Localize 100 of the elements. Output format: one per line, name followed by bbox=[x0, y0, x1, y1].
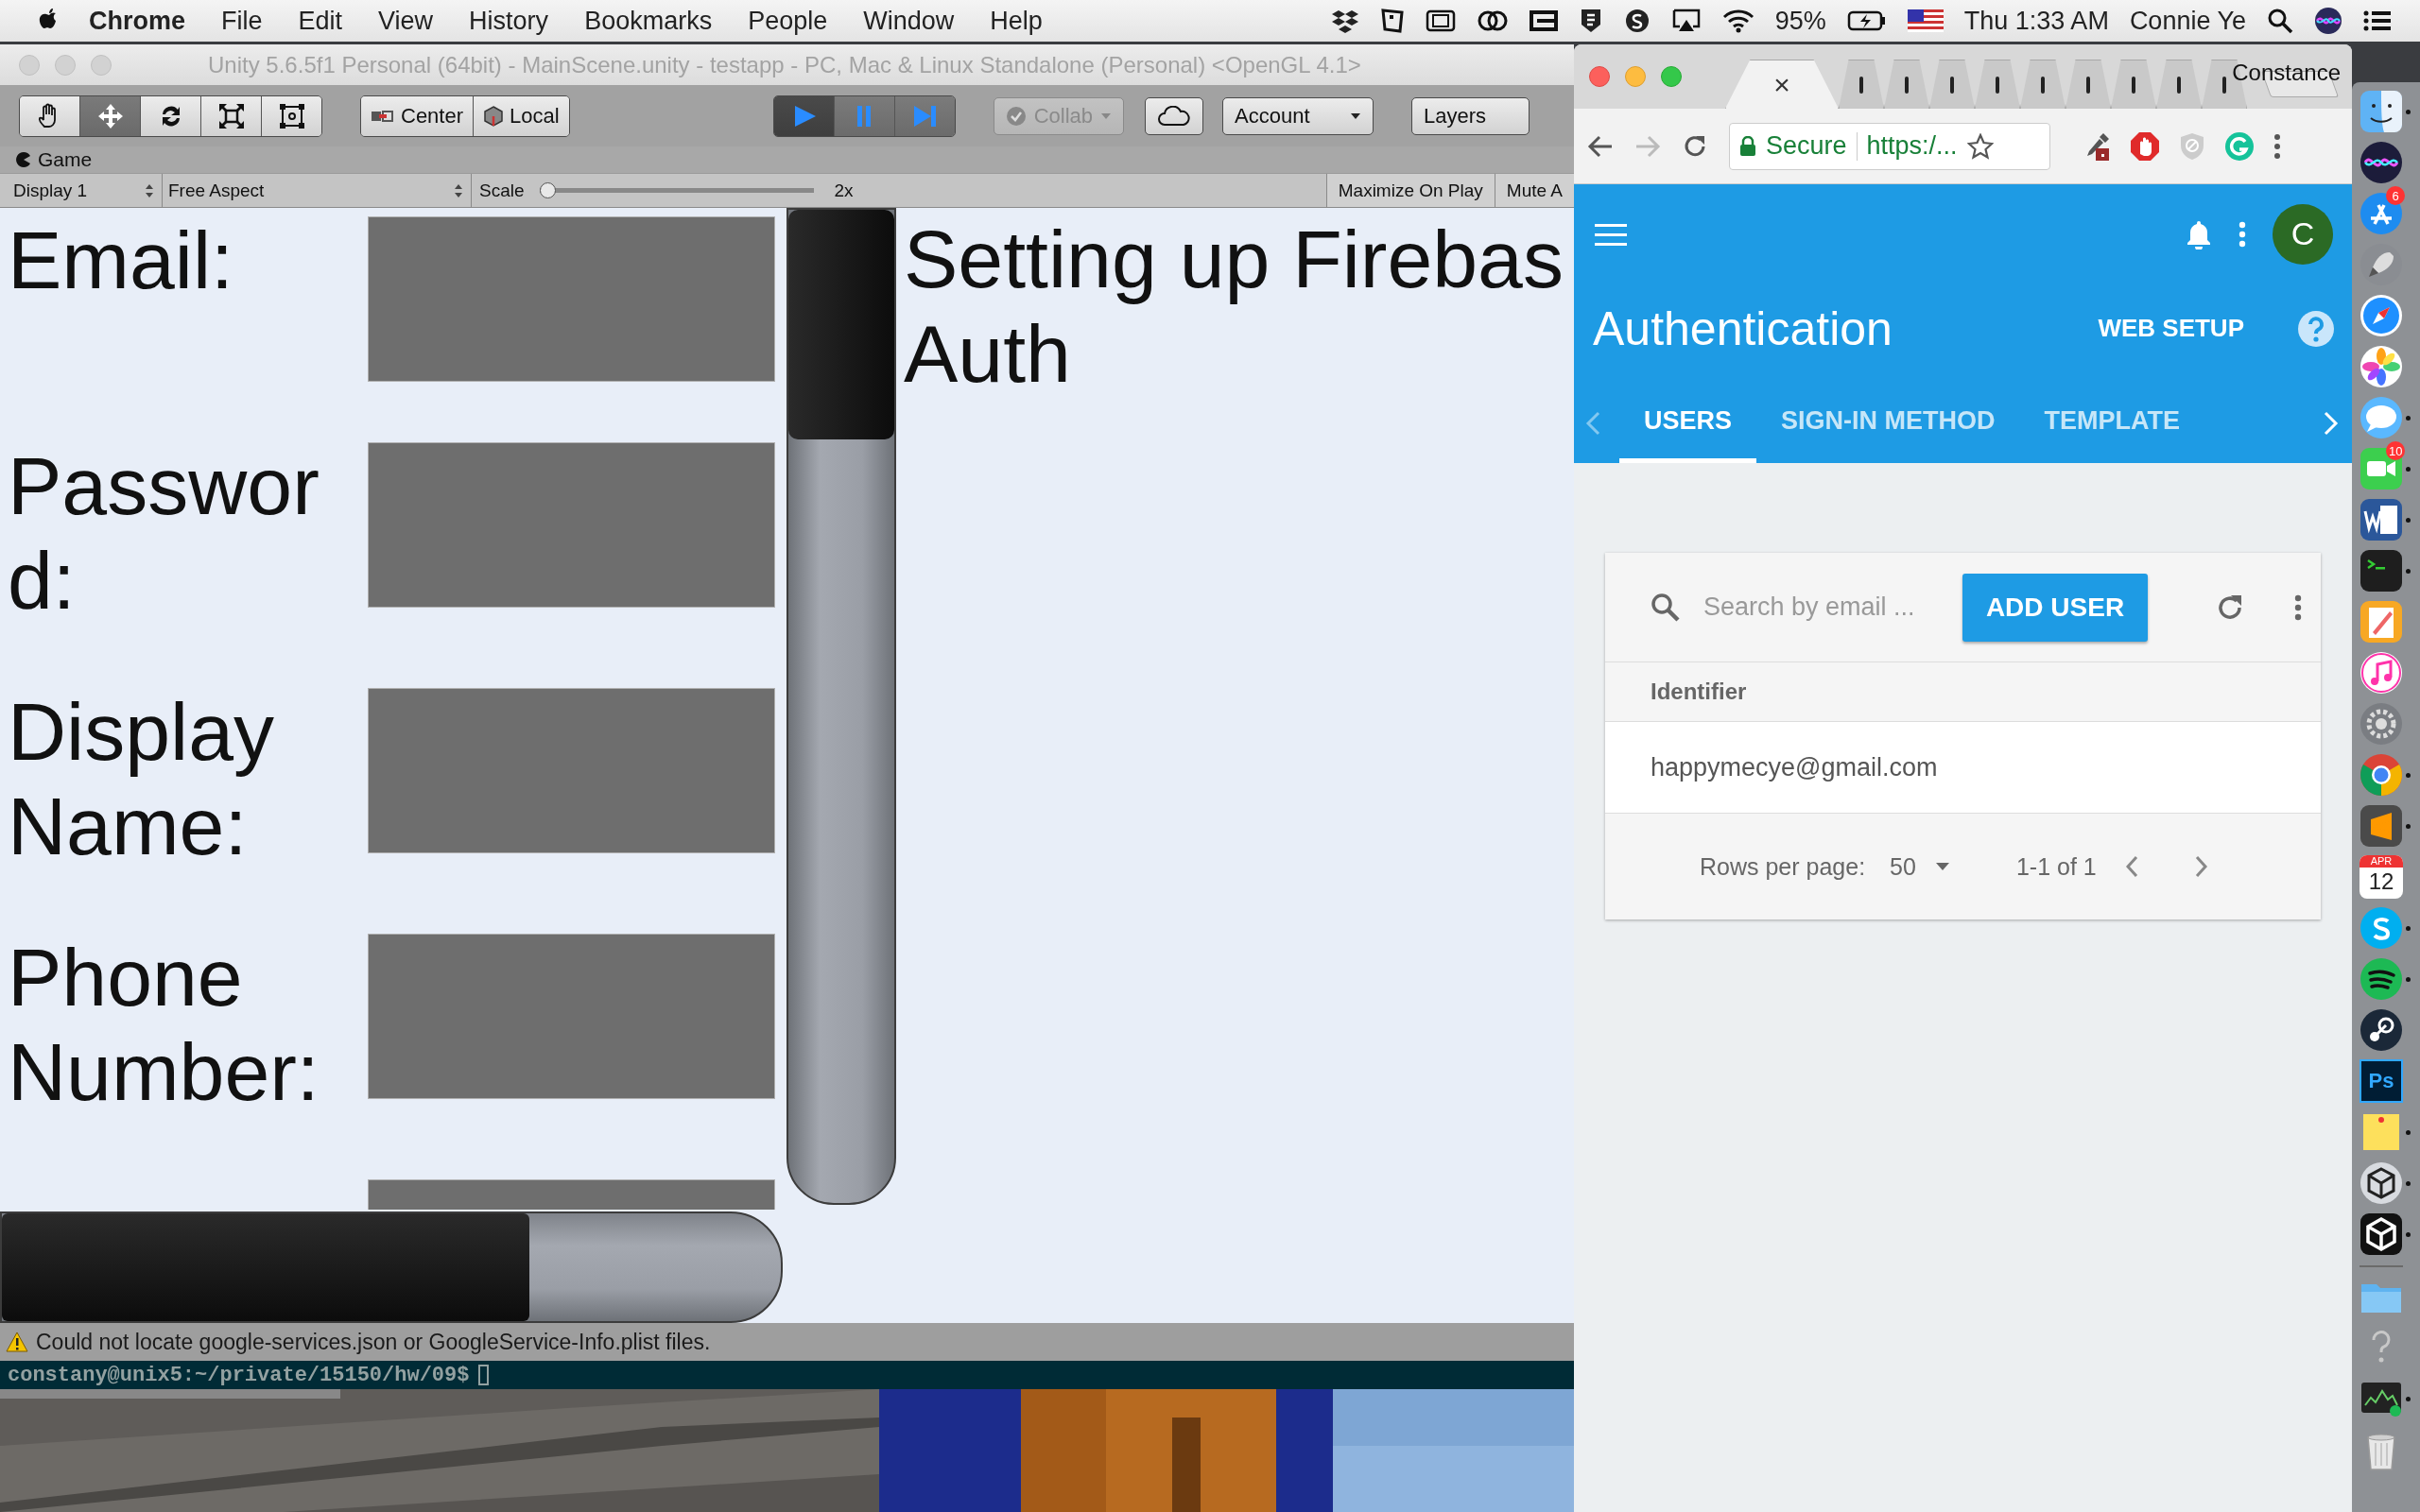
url-text: https:/... bbox=[1866, 131, 1958, 161]
wheel-icon[interactable] bbox=[2360, 753, 2403, 797]
scrollbar[interactable] bbox=[786, 208, 896, 1205]
cloud-button[interactable] bbox=[1145, 96, 1203, 135]
playback-button[interactable] bbox=[834, 95, 895, 136]
playback-button[interactable] bbox=[894, 95, 955, 136]
tool-button[interactable] bbox=[201, 95, 262, 136]
scrollbar-thumb[interactable] bbox=[788, 210, 894, 439]
menu-item[interactable]: History bbox=[469, 6, 549, 36]
tool-button[interactable] bbox=[20, 95, 80, 136]
note-icon[interactable] bbox=[1379, 8, 1405, 34]
speech-circle-icon[interactable] bbox=[2360, 906, 2403, 950]
menu-item[interactable]: Help bbox=[990, 6, 1043, 36]
field-label: Password: bbox=[7, 439, 320, 627]
zigzag-icon[interactable] bbox=[2360, 804, 2403, 848]
page-range: 1-1 of 1 bbox=[2015, 852, 2097, 881]
finder-icon[interactable] bbox=[2360, 90, 2403, 133]
pen-paper-icon[interactable] bbox=[2360, 600, 2403, 644]
battery-icon[interactable] bbox=[1846, 9, 1887, 32]
page-size-value[interactable]: 50 bbox=[1890, 852, 1916, 881]
address-bar[interactable]: Secure https:/... bbox=[1729, 122, 2050, 170]
document-icon[interactable] bbox=[2360, 498, 2403, 541]
orb-icon[interactable] bbox=[2360, 141, 2403, 184]
heading: Auth bbox=[904, 307, 1072, 401]
compass-icon[interactable] bbox=[2360, 294, 2403, 337]
star-icon[interactable] bbox=[1966, 132, 1994, 160]
game-tab[interactable]: Game bbox=[15, 148, 93, 171]
toggle-button[interactable]: Maximize On Play bbox=[1325, 174, 1495, 207]
circle-icon[interactable] bbox=[1623, 8, 1651, 34]
slider-thumb[interactable] bbox=[539, 182, 556, 198]
caret-icon[interactable] bbox=[1934, 862, 1950, 871]
tool-button[interactable] bbox=[141, 95, 201, 136]
rings-icon[interactable] bbox=[1476, 9, 1509, 33]
input-field[interactable] bbox=[368, 688, 775, 853]
menu-item[interactable]: Chrome bbox=[89, 6, 185, 36]
check-icon bbox=[1005, 105, 1027, 127]
layers-button[interactable]: Layers bbox=[1411, 96, 1530, 135]
menu-item[interactable]: View bbox=[378, 6, 434, 36]
dropdown[interactable]: Display 1 bbox=[8, 174, 163, 207]
screen-icon[interactable] bbox=[1670, 9, 1702, 33]
settings-icon[interactable] bbox=[2360, 702, 2403, 746]
more-icon[interactable] bbox=[2238, 220, 2246, 248]
music-note-icon[interactable] bbox=[2360, 651, 2403, 695]
more-icon[interactable] bbox=[2273, 132, 2281, 160]
dropdown[interactable]: Free Aspect bbox=[163, 174, 472, 207]
cube-icon[interactable] bbox=[2360, 1161, 2403, 1205]
playback-button[interactable] bbox=[773, 95, 835, 136]
bracket-icon[interactable] bbox=[1529, 9, 1558, 32]
boxes-icon[interactable] bbox=[1330, 9, 1359, 33]
menu-item[interactable]: People bbox=[748, 6, 828, 36]
toolbar-button[interactable]: Center bbox=[361, 95, 475, 136]
camera-icon[interactable] bbox=[2360, 447, 2403, 490]
search-field[interactable]: Search by email ... bbox=[1702, 592, 1942, 623]
account-button[interactable]: Account bbox=[1222, 96, 1374, 135]
more-icon[interactable] bbox=[2294, 593, 2302, 621]
search-icon[interactable] bbox=[2267, 8, 2293, 34]
menu-item[interactable]: File bbox=[221, 6, 263, 36]
input-field[interactable] bbox=[368, 216, 775, 382]
menu-item[interactable]: Window bbox=[863, 6, 955, 36]
menu-item[interactable]: Bookmarks bbox=[584, 6, 713, 36]
window-control[interactable] bbox=[1589, 66, 1610, 87]
sound-waves-icon[interactable] bbox=[2360, 957, 2403, 1001]
terminal-icon[interactable] bbox=[2360, 549, 2403, 593]
piston-icon[interactable] bbox=[2360, 1008, 2403, 1052]
tool-button[interactable] bbox=[80, 95, 141, 136]
wifi-icon[interactable] bbox=[1721, 9, 1754, 33]
clock[interactable]: Thu 1:33 AM bbox=[1963, 6, 2109, 36]
chevron-left-icon[interactable] bbox=[2124, 855, 2138, 878]
window-icon[interactable] bbox=[1425, 9, 1456, 33]
chevron-right-icon[interactable] bbox=[2194, 855, 2208, 878]
cube-icon[interactable] bbox=[2360, 1212, 2403, 1256]
avatar[interactable]: C bbox=[2273, 203, 2333, 265]
hand-stop-icon[interactable] bbox=[2130, 130, 2160, 162]
input-field[interactable] bbox=[368, 934, 775, 1099]
flag-icon[interactable] bbox=[1907, 9, 1944, 32]
input-field[interactable] bbox=[368, 442, 775, 608]
profile-name[interactable]: Constance bbox=[2232, 60, 2341, 86]
updown-icon bbox=[454, 182, 463, 198]
speech-bubble-icon[interactable] bbox=[2360, 396, 2403, 439]
menu-icon[interactable] bbox=[1595, 221, 1627, 247]
calendar-icon[interactable]: APR 12 bbox=[2360, 855, 2403, 899]
menu-item[interactable]: Edit bbox=[298, 6, 343, 36]
scrollbar[interactable] bbox=[0, 1211, 783, 1323]
toggle-button[interactable]: Mute A bbox=[1494, 174, 1574, 207]
toolbar-button[interactable]: Local bbox=[474, 95, 569, 136]
tool-button[interactable] bbox=[262, 95, 321, 136]
browser-tab[interactable]: × bbox=[1725, 60, 1839, 109]
scale-label: Scale bbox=[479, 180, 525, 201]
cloud-icon bbox=[1157, 105, 1191, 127]
app-store-icon[interactable] bbox=[2360, 192, 2403, 235]
flower-icon[interactable] bbox=[2360, 345, 2403, 388]
scrollbar-thumb[interactable] bbox=[2, 1213, 529, 1321]
field-label: Display Name: bbox=[7, 685, 275, 873]
list-icon[interactable] bbox=[2363, 9, 2392, 32]
app-icon[interactable]: Ps bbox=[2360, 1059, 2403, 1103]
back-icon[interactable] bbox=[1587, 133, 1614, 159]
user-name[interactable]: Connie Ye bbox=[2129, 6, 2246, 36]
orb-icon[interactable] bbox=[2314, 7, 2342, 35]
terminal-prompt: constany@unix5:~/private/15150/hw/09$ bbox=[8, 1363, 470, 1387]
bell-icon[interactable] bbox=[2186, 218, 2212, 249]
